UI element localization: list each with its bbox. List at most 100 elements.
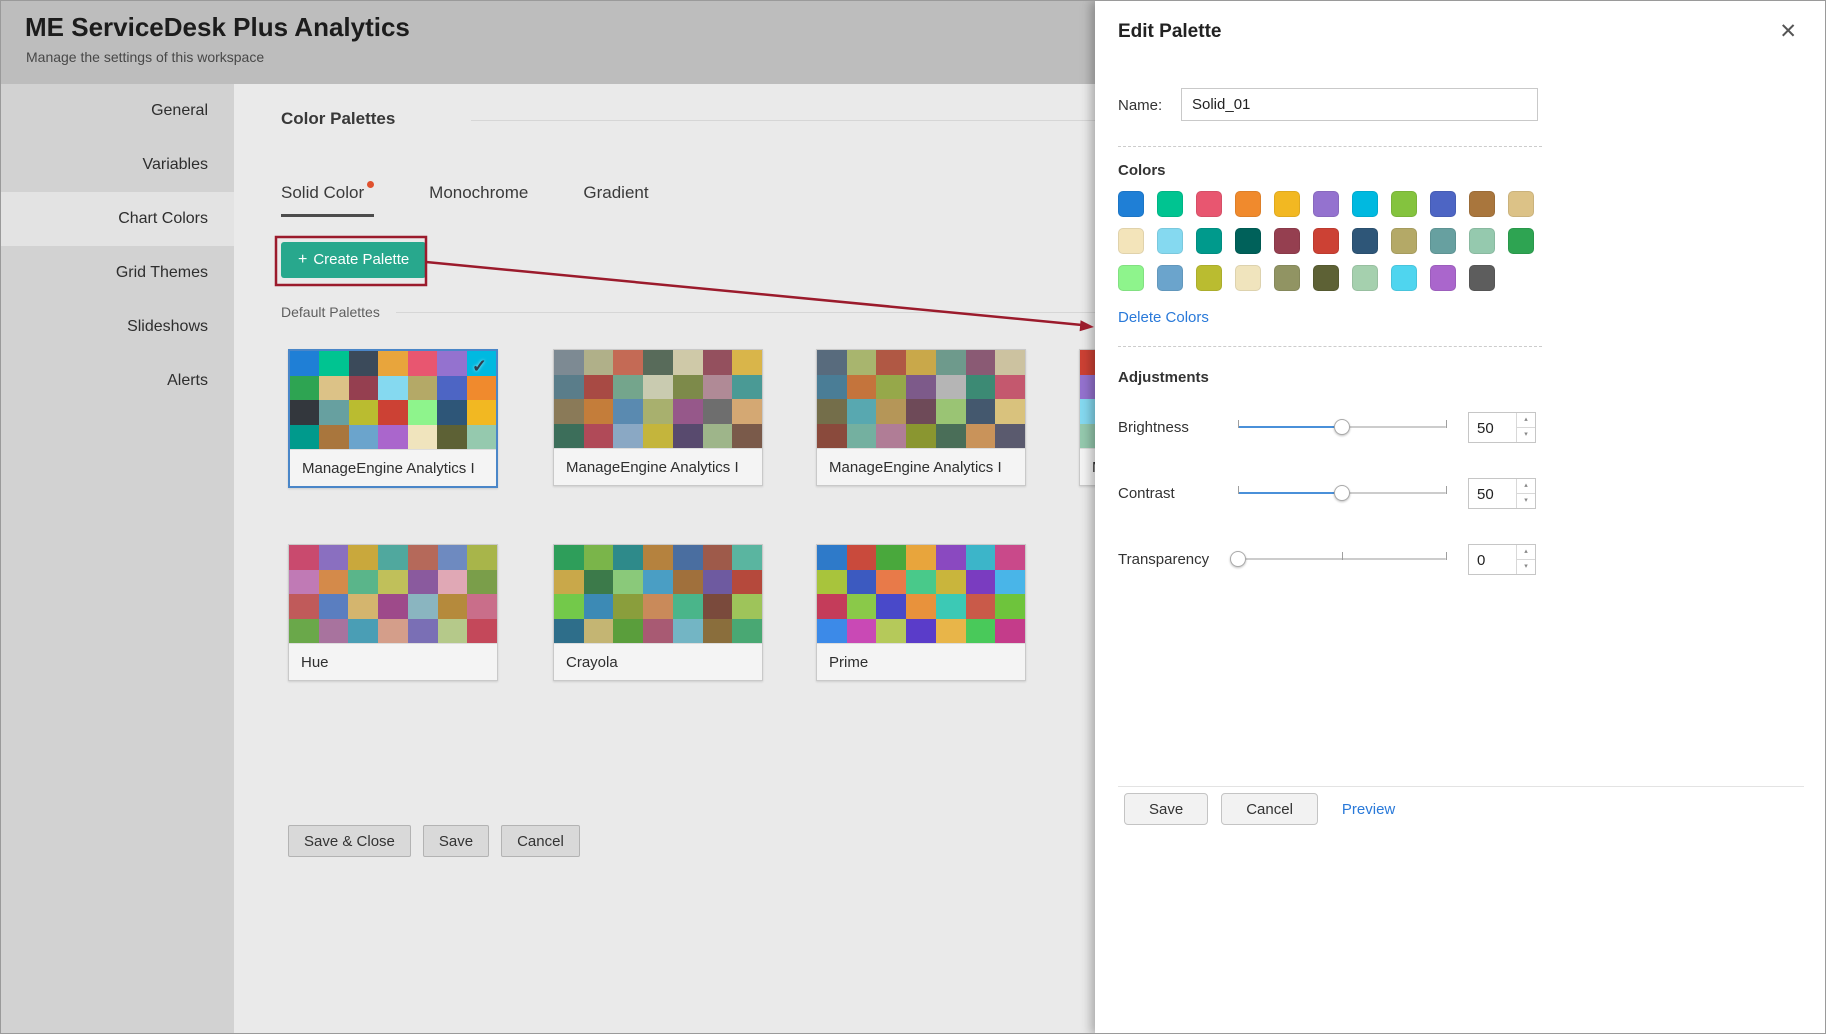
sidebar-item-grid-themes[interactable]: Grid Themes: [1, 246, 234, 300]
slider-value[interactable]: 50: [1469, 479, 1516, 508]
palette-cell: [348, 570, 378, 595]
spinner-down-icon[interactable]: ▾: [1517, 559, 1535, 574]
color-swatch[interactable]: [1118, 228, 1144, 254]
sidebar-item-slideshows[interactable]: Slideshows: [1, 300, 234, 354]
palette-name: ManageEngine Analytics I: [554, 448, 762, 485]
color-swatch[interactable]: [1157, 191, 1183, 217]
palette-cell: [613, 375, 643, 400]
palette-cell: [289, 570, 319, 595]
slider-tick: [1446, 420, 1447, 428]
save-button[interactable]: Save: [423, 825, 489, 857]
color-swatch[interactable]: [1391, 228, 1417, 254]
preview-link[interactable]: Preview: [1342, 801, 1395, 818]
slider-value[interactable]: 50: [1469, 413, 1516, 442]
slider-handle[interactable]: [1334, 419, 1350, 435]
slider-handle[interactable]: [1334, 485, 1350, 501]
color-swatch[interactable]: [1118, 191, 1144, 217]
delete-colors-link[interactable]: Delete Colors: [1118, 309, 1209, 326]
palette-cell: [673, 619, 703, 644]
panel-cancel-button[interactable]: Cancel: [1221, 793, 1318, 825]
color-swatch[interactable]: [1430, 228, 1456, 254]
transparency-slider[interactable]: [1238, 551, 1446, 567]
palette-cell: [584, 594, 614, 619]
color-swatch[interactable]: [1118, 265, 1144, 291]
color-swatch[interactable]: [1313, 265, 1339, 291]
close-icon[interactable]: ✕: [1779, 19, 1797, 44]
color-swatch[interactable]: [1196, 191, 1222, 217]
create-palette-label: Create Palette: [313, 251, 409, 268]
color-swatch[interactable]: [1196, 265, 1222, 291]
sidebar-item-variables[interactable]: Variables: [1, 138, 234, 192]
slider-handle[interactable]: [1230, 551, 1246, 567]
color-swatch[interactable]: [1508, 191, 1534, 217]
color-swatch[interactable]: [1352, 191, 1378, 217]
color-swatch[interactable]: [1469, 265, 1495, 291]
palette-card[interactable]: ManageEngine Analytics I✓: [288, 349, 498, 488]
edit-palette-panel: Edit Palette ✕ Name: Colors Delete Color…: [1095, 1, 1826, 1034]
brightness-value-box[interactable]: 50▴▾: [1468, 412, 1536, 443]
palette-cell: [584, 375, 614, 400]
palette-cell: [643, 350, 673, 375]
color-swatch[interactable]: [1235, 228, 1261, 254]
color-swatch[interactable]: [1274, 191, 1300, 217]
palette-cell: [378, 545, 408, 570]
palette-name: ManageEngine Analytics I: [817, 448, 1025, 485]
spinner-down-icon[interactable]: ▾: [1517, 427, 1535, 442]
sidebar-item-alerts[interactable]: Alerts: [1, 354, 234, 408]
transparency-value-box[interactable]: 0▴▾: [1468, 544, 1536, 575]
palette-cell: [703, 570, 733, 595]
color-swatch[interactable]: [1352, 265, 1378, 291]
color-swatch[interactable]: [1157, 265, 1183, 291]
panel-save-button[interactable]: Save: [1124, 793, 1208, 825]
color-swatch[interactable]: [1352, 228, 1378, 254]
color-swatch[interactable]: [1274, 228, 1300, 254]
color-swatch[interactable]: [1391, 191, 1417, 217]
spinner-down-icon[interactable]: ▾: [1517, 493, 1535, 508]
spinner-up-icon[interactable]: ▴: [1517, 479, 1535, 493]
contrast-slider[interactable]: [1238, 485, 1446, 501]
color-swatch[interactable]: [1313, 191, 1339, 217]
palette-cell: [817, 350, 847, 375]
color-swatch[interactable]: [1469, 191, 1495, 217]
create-palette-button[interactable]: +Create Palette: [281, 242, 426, 278]
palette-cell: [584, 619, 614, 644]
spinner-up-icon[interactable]: ▴: [1517, 413, 1535, 427]
color-swatch[interactable]: [1430, 191, 1456, 217]
palette-cell: [703, 594, 733, 619]
save-close-button[interactable]: Save & Close: [288, 825, 411, 857]
color-swatch[interactable]: [1235, 191, 1261, 217]
palette-cell: [936, 619, 966, 644]
swatch-row: [1118, 191, 1534, 217]
cancel-button[interactable]: Cancel: [501, 825, 580, 857]
palette-cell: [876, 594, 906, 619]
palette-cell: [408, 619, 438, 644]
slider-fill: [1238, 426, 1342, 428]
color-swatch[interactable]: [1157, 228, 1183, 254]
color-swatch[interactable]: [1430, 265, 1456, 291]
slider-value[interactable]: 0: [1469, 545, 1516, 574]
color-swatch[interactable]: [1196, 228, 1222, 254]
palette-card[interactable]: Prime: [816, 544, 1026, 681]
color-swatch[interactable]: [1469, 228, 1495, 254]
color-swatch[interactable]: [1274, 265, 1300, 291]
color-swatch[interactable]: [1391, 265, 1417, 291]
sidebar-item-general[interactable]: General: [1, 84, 234, 138]
palette-cell: [584, 424, 614, 449]
palette-name-input[interactable]: [1181, 88, 1538, 121]
palette-card[interactable]: Hue: [288, 544, 498, 681]
palette-card[interactable]: ManageEngine Analytics I: [816, 349, 1026, 486]
contrast-value-box[interactable]: 50▴▾: [1468, 478, 1536, 509]
tab-solid-color[interactable]: Solid Color: [281, 183, 374, 217]
color-swatch[interactable]: [1313, 228, 1339, 254]
tab-gradient[interactable]: Gradient: [583, 183, 648, 217]
brightness-slider[interactable]: [1238, 419, 1446, 435]
color-swatch[interactable]: [1508, 228, 1534, 254]
palette-card[interactable]: ManageEngine Analytics I: [553, 349, 763, 486]
color-swatch[interactable]: [1235, 265, 1261, 291]
spinner-up-icon[interactable]: ▴: [1517, 545, 1535, 559]
sidebar-item-chart-colors[interactable]: Chart Colors: [1, 192, 234, 246]
palette-card[interactable]: Crayola: [553, 544, 763, 681]
tab-monochrome[interactable]: Monochrome: [429, 183, 528, 217]
palette-cell: [732, 545, 762, 570]
palette-cell: [906, 594, 936, 619]
